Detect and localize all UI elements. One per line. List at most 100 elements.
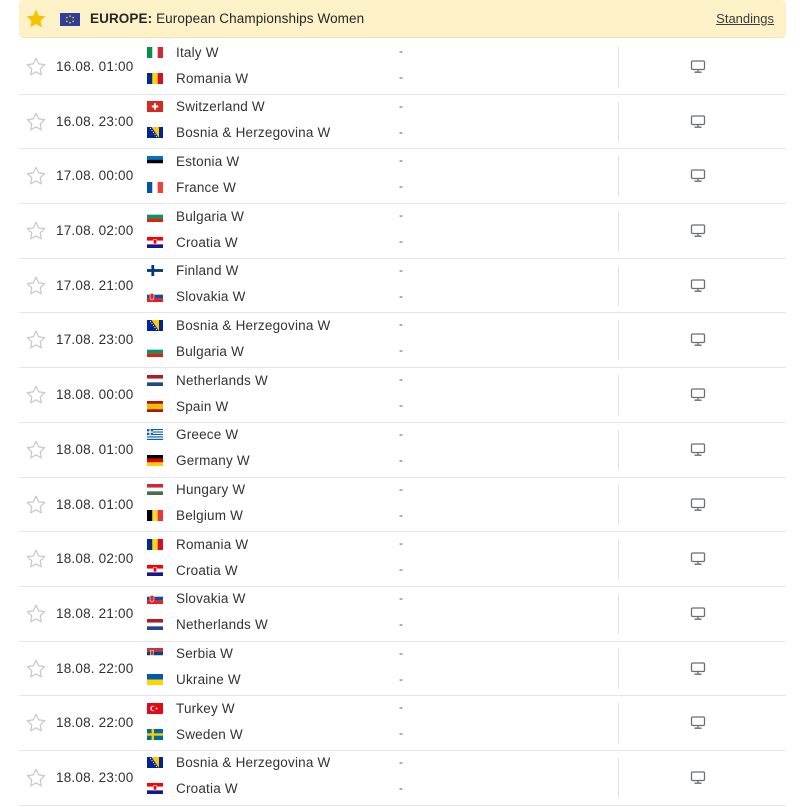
league-title[interactable]: EUROPE: European Championships Women [90, 11, 364, 26]
croatia-flag-icon [147, 783, 163, 795]
tv-icon[interactable] [690, 168, 706, 183]
favorite-star-icon[interactable] [25, 439, 47, 461]
tv-icon[interactable] [690, 442, 706, 457]
match-time: 18.08. 23:00 [56, 769, 134, 785]
home-team[interactable]: Greece W [147, 425, 238, 445]
tv-icon[interactable] [690, 223, 706, 238]
home-team[interactable]: Serbia W [147, 644, 233, 664]
match-row[interactable]: 18.08. 22:00 Serbia W Ukraine W - - [19, 642, 786, 697]
tv-icon[interactable] [690, 114, 706, 129]
match-row[interactable]: 16.08. 23:00 Switzerland W Bosnia & Herz… [19, 95, 786, 150]
home-team-name: Bosnia & Herzegovina W [176, 755, 331, 771]
away-team[interactable]: Romania W [147, 68, 248, 88]
away-team[interactable]: Croatia W [147, 779, 238, 799]
away-team[interactable]: Spain W [147, 396, 228, 416]
germany-flag-icon [147, 455, 163, 467]
home-team-name: Romania W [176, 536, 249, 552]
tv-icon[interactable] [690, 332, 706, 347]
favorite-star-icon[interactable] [25, 767, 47, 789]
favorite-star-icon[interactable] [25, 8, 47, 30]
france-flag-icon [147, 181, 163, 193]
favorite-star-icon[interactable] [25, 548, 47, 570]
match-time: 18.08. 02:00 [56, 551, 134, 567]
away-team[interactable]: Sweden W [147, 724, 243, 744]
match-row[interactable]: 18.08. 23:00 Bosnia & Herzegovina W Croa… [19, 751, 786, 806]
away-team-name: Sweden W [176, 726, 243, 742]
tv-icon[interactable] [690, 551, 706, 566]
home-team[interactable]: Netherlands W [147, 370, 268, 390]
match-row[interactable]: 17.08. 00:00 Estonia W France W - - [19, 149, 786, 205]
match-row[interactable]: 17.08. 02:00 Bulgaria W Croatia W - - [19, 204, 786, 259]
home-team[interactable]: Hungary W [147, 480, 245, 500]
match-row[interactable]: 18.08. 00:00 Netherlands W Spain W - - [19, 368, 786, 423]
match-time: 16.08. 01:00 [56, 59, 134, 74]
favorite-star-icon[interactable] [25, 165, 47, 187]
favorite-star-icon[interactable] [25, 712, 47, 734]
tv-icon[interactable] [690, 387, 706, 402]
tv-icon[interactable] [690, 497, 706, 512]
home-team[interactable]: Bosnia & Herzegovina W [147, 753, 330, 773]
tv-icon[interactable] [690, 770, 706, 785]
croatia-flag-icon [147, 236, 163, 248]
home-score: - [399, 98, 403, 113]
match-row[interactable]: 17.08. 23:00 Bosnia & Herzegovina W Bulg… [19, 313, 786, 369]
favorite-star-icon[interactable] [25, 384, 47, 406]
home-team[interactable]: Romania W [147, 534, 248, 554]
match-row[interactable]: 18.08. 01:00 Hungary W Belgium W - - [19, 478, 786, 533]
away-team[interactable]: Ukraine W [147, 670, 241, 690]
europe-flag-icon [60, 13, 80, 26]
tv-icon[interactable] [690, 606, 706, 621]
match-row[interactable]: 18.08. 21:00 Slovakia W Netherlands W - … [19, 587, 786, 642]
away-team[interactable]: Netherlands W [147, 615, 268, 635]
home-team[interactable]: Bulgaria W [147, 206, 244, 226]
home-score: - [399, 208, 403, 223]
home-team[interactable]: Estonia W [147, 151, 239, 171]
away-team[interactable]: France W [147, 177, 236, 197]
away-team[interactable]: Germany W [147, 451, 250, 471]
favorite-star-icon[interactable] [25, 329, 47, 351]
home-team[interactable]: Italy W [147, 42, 219, 62]
match-row[interactable]: 16.08. 01:00 Italy W Romania W - - [19, 40, 786, 95]
match-row[interactable]: 17.08. 21:00 Finland W Slovakia W - - [19, 259, 786, 314]
favorite-star-icon[interactable] [25, 603, 47, 625]
away-team[interactable]: Croatia W [147, 560, 238, 580]
home-team[interactable]: Switzerland W [147, 97, 265, 117]
favorite-star-icon[interactable] [25, 275, 47, 297]
match-list: 16.08. 01:00 Italy W Romania W - - 16.08… [19, 40, 786, 806]
away-team[interactable]: Bosnia & Herzegovina W [147, 123, 330, 143]
league-name: European Championships Women [156, 11, 365, 26]
tv-icon[interactable] [690, 59, 706, 74]
bosnia-flag-icon [147, 757, 163, 769]
favorite-star-icon[interactable] [25, 658, 47, 680]
home-team[interactable]: Slovakia W [147, 589, 246, 609]
switzerland-flag-icon [147, 101, 163, 113]
away-team-name: Ukraine W [176, 672, 241, 688]
home-team[interactable]: Finland W [147, 261, 239, 281]
favorite-star-icon[interactable] [25, 111, 47, 133]
away-team-name: Bosnia & Herzegovina W [176, 125, 331, 141]
match-row[interactable]: 18.08. 22:00 Turkey W Sweden W - - [19, 696, 786, 751]
match-row[interactable]: 18.08. 01:00 Greece W Germany W - - [19, 423, 786, 478]
away-team[interactable]: Bulgaria W [147, 341, 244, 361]
home-team-name: Switzerland W [176, 99, 265, 115]
favorite-star-icon[interactable] [25, 56, 47, 78]
away-score: - [399, 343, 403, 358]
match-row[interactable]: 18.08. 02:00 Romania W Croatia W - - [19, 532, 786, 587]
favorite-star-icon[interactable] [25, 220, 47, 242]
match-time: 17.08. 00:00 [56, 168, 134, 184]
away-team[interactable]: Belgium W [147, 506, 243, 526]
away-team[interactable]: Slovakia W [147, 287, 246, 307]
tv-icon[interactable] [690, 715, 706, 730]
standings-link[interactable]: Standings [716, 11, 774, 26]
away-team[interactable]: Croatia W [147, 232, 238, 252]
home-team[interactable]: Bosnia & Herzegovina W [147, 315, 330, 335]
home-team[interactable]: Turkey W [147, 698, 235, 718]
away-team-name: Croatia W [176, 562, 238, 578]
home-team-name: Bosnia & Herzegovina W [176, 317, 331, 333]
league-header: EUROPE: European Championships Women Sta… [19, 0, 786, 38]
column-divider [618, 47, 619, 87]
tv-icon[interactable] [690, 661, 706, 676]
away-score: - [399, 562, 403, 577]
favorite-star-icon[interactable] [25, 494, 47, 516]
tv-icon[interactable] [690, 278, 706, 293]
